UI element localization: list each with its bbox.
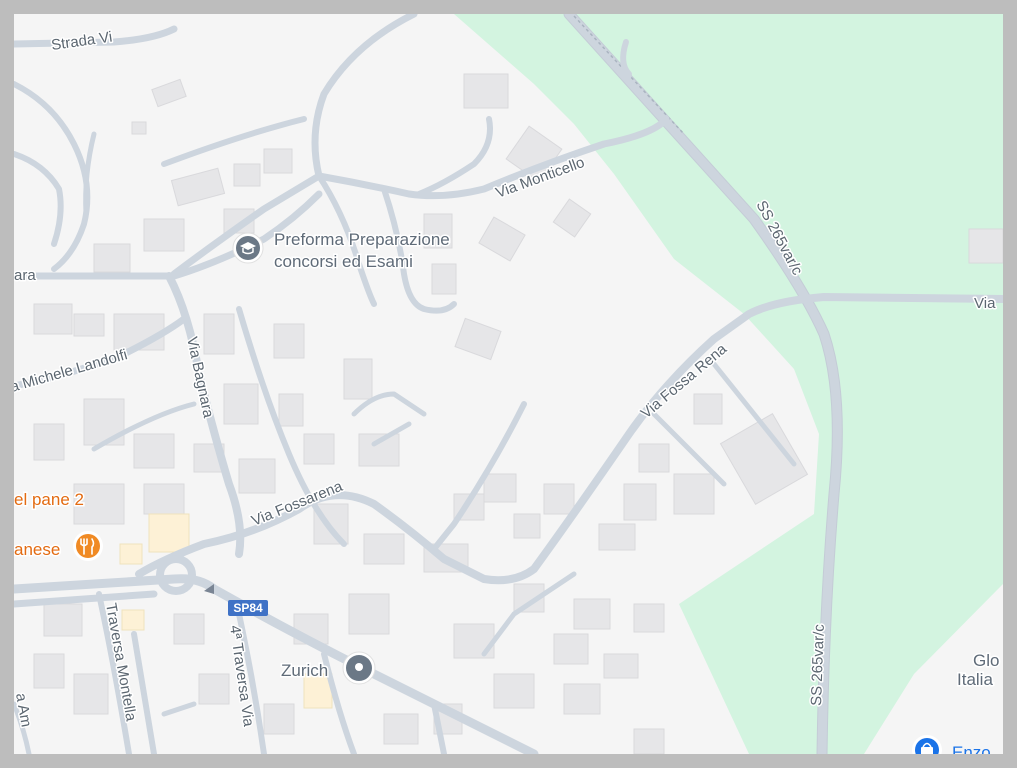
route-shield-sp84: SP84 bbox=[228, 600, 268, 616]
fork-knife-icon bbox=[76, 534, 100, 558]
map-canvas[interactable]: Strada Vi Via Monticello ara a Michele L… bbox=[14, 14, 1003, 754]
road-label-via-right: Via bbox=[974, 295, 996, 312]
poi-pane-label: el pane 2 bbox=[14, 490, 84, 509]
poi-preforma-label-1: Preforma Preparazione bbox=[274, 230, 450, 249]
poi-glo-label: Glo bbox=[973, 651, 999, 670]
poi-anese-label: anese bbox=[14, 540, 60, 559]
map-viewport[interactable]: Strada Vi Via Monticello ara a Michele L… bbox=[14, 14, 1003, 754]
route-shield-label: SP84 bbox=[233, 601, 263, 615]
poi-preforma-label-2: concorsi ed Esami bbox=[274, 252, 413, 271]
poi-enzo-label: Enzo bbox=[952, 743, 991, 754]
road-label-ara: ara bbox=[14, 267, 36, 284]
road-label-ss265-lower: SS 265var/c bbox=[808, 623, 828, 706]
poi-zurich-label: Zurich bbox=[281, 661, 328, 680]
poi-italia-label: Italia bbox=[957, 670, 993, 689]
